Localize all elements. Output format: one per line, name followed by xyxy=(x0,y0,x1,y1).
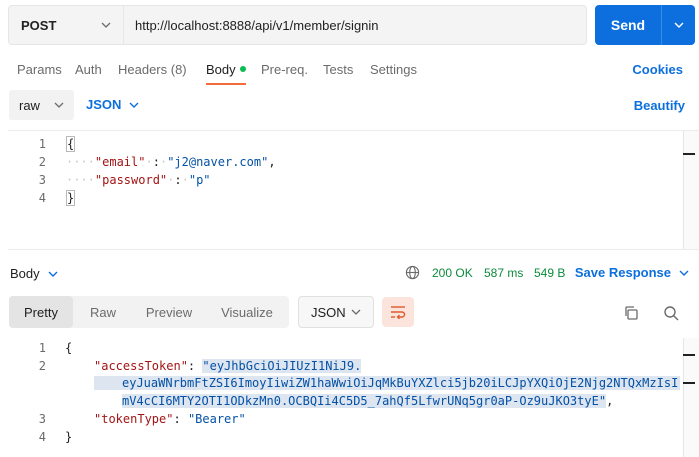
response-size[interactable]: 549 B xyxy=(534,266,565,280)
scroll-marker xyxy=(683,354,695,356)
close-brace: } xyxy=(66,190,76,206)
code-line-token-type: "tokenType": "Bearer" xyxy=(94,412,246,426)
tab-settings[interactable]: Settings xyxy=(370,62,417,77)
body-type-label: raw xyxy=(19,97,40,113)
method-label: POST xyxy=(21,17,57,33)
chevron-down-icon xyxy=(679,270,689,276)
editor-scrollbar[interactable] xyxy=(683,131,699,249)
code-line-access-token: "accessToken": "eyJhbGciOiJIUzI1NiJ9. xyxy=(94,359,362,373)
tab-params[interactable]: Params xyxy=(17,62,62,77)
password-key: "password" xyxy=(94,173,168,187)
request-tabs: Params Auth Headers (8) Body Pre-req. Te… xyxy=(0,56,699,86)
response-format-select[interactable]: JSON xyxy=(298,296,374,328)
line-number: 2 xyxy=(38,155,46,169)
send-button[interactable]: Send xyxy=(595,5,695,45)
line-number: 4 xyxy=(38,191,46,205)
copy-button[interactable] xyxy=(620,302,642,324)
search-button[interactable] xyxy=(660,302,682,324)
scroll-marker xyxy=(683,153,695,155)
cookies-link[interactable]: Cookies xyxy=(632,62,683,77)
wrap-lines-icon xyxy=(391,306,406,319)
response-format-label: JSON xyxy=(311,304,346,320)
response-view-tabs: Pretty Raw Preview Visualize xyxy=(9,296,289,328)
tab-headers[interactable]: Headers (8) xyxy=(118,62,187,77)
response-time[interactable]: 587 ms xyxy=(484,266,523,280)
body-format-label: JSON xyxy=(86,97,122,112)
wrap-lines-button[interactable] xyxy=(382,297,414,327)
line-number: 1 xyxy=(38,341,46,355)
send-options-button[interactable] xyxy=(662,20,695,30)
globe-icon[interactable] xyxy=(405,265,420,280)
email-key: "email" xyxy=(94,155,146,169)
tab-body-label: Body xyxy=(206,62,236,77)
line-number: 2 xyxy=(38,359,46,373)
access-token-value-part1: "eyJhbGciOiJIUzI1NiJ9. xyxy=(202,359,362,373)
line-number: 4 xyxy=(38,430,46,444)
url-bar: POST http://localhost:8888/api/v1/member… xyxy=(8,5,587,45)
chevron-down-icon xyxy=(48,271,58,277)
code-line-password: ····"password"·:·"p" xyxy=(66,173,211,187)
access-token-value-part3: mV4cCI6MTY2OTI1ODkzMn0.OCBQIi4C5D5_7ahQf… xyxy=(122,394,607,408)
tab-tests[interactable]: Tests xyxy=(323,62,353,77)
email-value: "j2@naver.com" xyxy=(167,155,269,169)
tab-visualize[interactable]: Visualize xyxy=(205,296,289,328)
save-response-label: Save Response xyxy=(574,265,671,280)
access-token-value-part2: eyJuaWNrbmFtZSI6ImoyIiwiZW1haWwiOiJqMkBu… xyxy=(94,376,680,390)
active-tab-indicator xyxy=(206,83,246,85)
line-number: 3 xyxy=(38,173,46,187)
code-line-email: ····"email"·:·"j2@naver.com", xyxy=(66,155,276,169)
send-label: Send xyxy=(610,17,646,33)
chevron-down-icon xyxy=(54,102,64,108)
scroll-marker xyxy=(683,382,695,384)
response-body-viewer[interactable]: 1 2 3 4 { "accessToken": "eyJhbGciOiJIUz… xyxy=(0,338,699,457)
password-value: "p" xyxy=(188,173,211,187)
chevron-down-icon xyxy=(129,102,139,108)
close-brace: } xyxy=(65,430,73,444)
open-brace: { xyxy=(65,341,73,355)
modified-dot-icon xyxy=(239,66,246,72)
body-format-select[interactable]: JSON xyxy=(86,97,139,112)
body-type-select[interactable]: raw xyxy=(9,90,74,120)
code-line-token-end: mV4cCI6MTY2OTI1ODkzMn0.OCBQIi4C5D5_7ahQf… xyxy=(122,394,614,408)
save-response-button[interactable]: Save Response xyxy=(575,265,689,280)
tab-body[interactable]: Body xyxy=(206,62,246,77)
request-body-editor[interactable]: 1 2 3 4 { ····"email"·:·"j2@naver.com", … xyxy=(8,130,699,250)
line-number: 1 xyxy=(38,137,46,151)
tab-prereq[interactable]: Pre-req. xyxy=(261,62,308,77)
status-code[interactable]: 200 OK xyxy=(432,266,473,280)
method-select[interactable]: POST xyxy=(9,6,124,44)
token-type-value: "Bearer" xyxy=(187,412,246,426)
open-brace: { xyxy=(66,136,76,152)
tab-preview[interactable]: Preview xyxy=(133,296,205,328)
response-header: Body 200 OK 587 ms 549 B Save Response xyxy=(0,262,699,284)
chevron-down-icon xyxy=(351,309,361,315)
response-body-select[interactable]: Body xyxy=(10,266,58,281)
chevron-down-icon xyxy=(101,22,111,28)
line-number: 3 xyxy=(38,412,46,426)
beautify-link[interactable]: Beautify xyxy=(634,98,685,113)
access-token-key: "accessToken" xyxy=(94,359,188,373)
copy-icon xyxy=(625,306,638,320)
url-input[interactable]: http://localhost:8888/api/v1/member/sign… xyxy=(124,18,379,33)
tab-auth[interactable]: Auth xyxy=(75,62,102,77)
tab-raw[interactable]: Raw xyxy=(73,296,133,328)
tab-pretty[interactable]: Pretty xyxy=(9,296,73,328)
token-type-key: "tokenType" xyxy=(94,412,174,426)
response-body-label: Body xyxy=(10,266,40,281)
chevron-down-icon xyxy=(674,22,683,28)
search-icon xyxy=(664,306,679,321)
